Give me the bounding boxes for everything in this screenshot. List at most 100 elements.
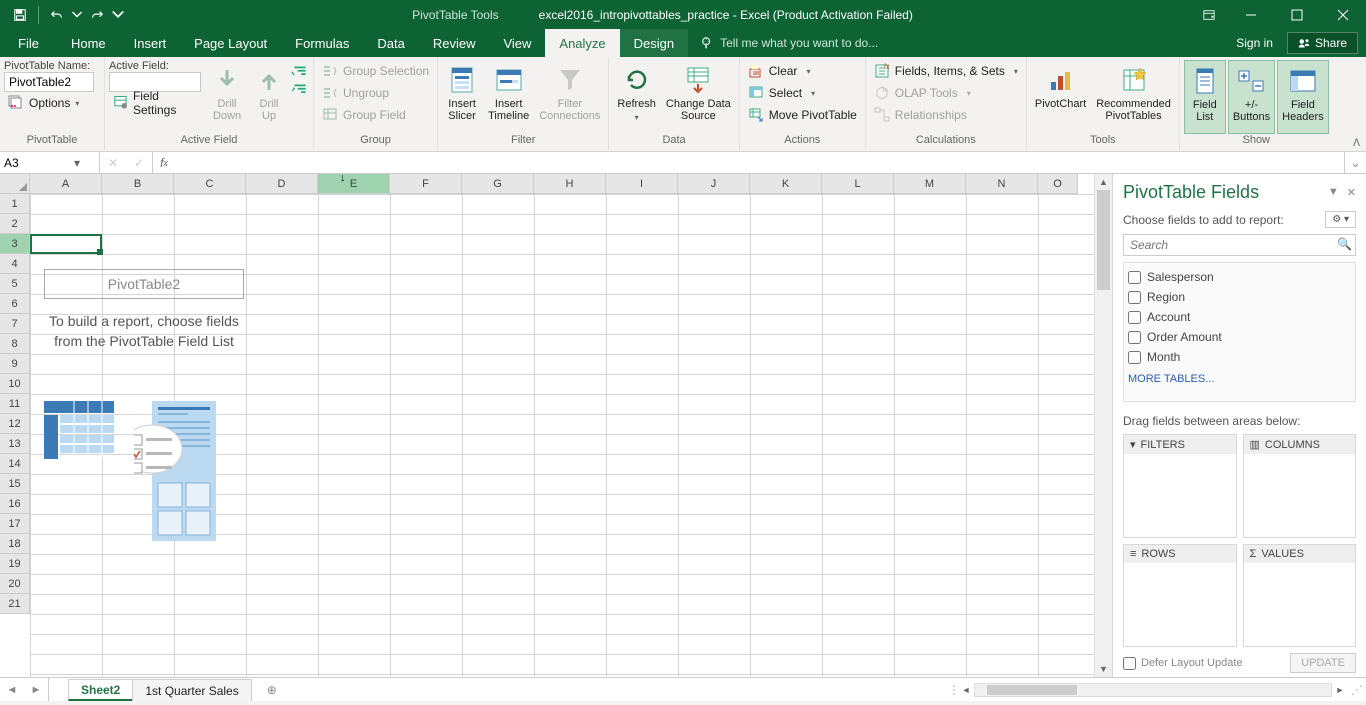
spreadsheet-grid[interactable]: A B C D E F G H I J K L M N O 1234567891… [0, 174, 1094, 677]
row-header[interactable]: 12 [0, 414, 30, 434]
row-header[interactable]: 6 [0, 294, 30, 314]
expand-formula-bar-icon[interactable]: ⌄ [1344, 152, 1366, 173]
scroll-right-icon[interactable]: ► [1332, 685, 1348, 695]
col-header[interactable]: I [606, 174, 678, 194]
row-header[interactable]: 13 [0, 434, 30, 454]
col-header[interactable]: O [1038, 174, 1078, 194]
tab-review[interactable]: Review [419, 29, 490, 57]
col-header[interactable]: B [102, 174, 174, 194]
row-header[interactable]: 2 [0, 214, 30, 234]
vertical-scrollbar[interactable]: ▲ ▼ [1094, 174, 1112, 677]
fx-icon[interactable]: fx [153, 152, 175, 173]
field-checkbox[interactable] [1128, 351, 1141, 364]
field-item[interactable]: Account [1128, 307, 1351, 327]
field-checkbox[interactable] [1128, 271, 1141, 284]
select-all-button[interactable] [0, 174, 30, 194]
row-header[interactable]: 5 [0, 274, 30, 294]
row-header[interactable]: 17 [0, 514, 30, 534]
tab-insert[interactable]: Insert [120, 29, 181, 57]
redo-icon[interactable] [83, 1, 111, 29]
field-item[interactable]: Region [1128, 287, 1351, 307]
select-button[interactable]: Select▾ [744, 82, 861, 104]
fields-list[interactable]: Salesperson Region Account Order Amount … [1123, 262, 1356, 402]
col-header[interactable]: G [462, 174, 534, 194]
fields-search-input[interactable] [1123, 234, 1356, 256]
col-header[interactable]: H [534, 174, 606, 194]
col-header[interactable]: C [174, 174, 246, 194]
scroll-up-icon[interactable]: ▲ [1095, 174, 1112, 190]
name-box[interactable]: ▾ [0, 152, 100, 173]
scroll-thumb[interactable] [1097, 190, 1110, 290]
row-header[interactable]: 3 [0, 234, 30, 254]
row-header[interactable]: 19 [0, 554, 30, 574]
field-item[interactable]: Month [1128, 347, 1351, 367]
col-header[interactable]: F [390, 174, 462, 194]
sheet-tab[interactable]: 1st Quarter Sales [132, 679, 251, 701]
undo-icon[interactable] [43, 1, 71, 29]
row-header[interactable]: 9 [0, 354, 30, 374]
field-list-button[interactable]: Field List [1184, 60, 1226, 134]
fields-pane-close-icon[interactable]: ✕ [1347, 186, 1356, 199]
ribbon-options-icon[interactable] [1200, 0, 1218, 29]
tab-page-layout[interactable]: Page Layout [180, 29, 281, 57]
field-headers-button[interactable]: Field Headers [1277, 60, 1329, 134]
field-item[interactable]: Order Amount [1128, 327, 1351, 347]
collapse-field-icon[interactable] [291, 82, 309, 96]
refresh-button[interactable]: Refresh ▾ [613, 60, 660, 134]
options-button[interactable]: Options ▾ [4, 92, 100, 114]
row-header[interactable]: 4 [0, 254, 30, 274]
sign-in-link[interactable]: Sign in [1226, 36, 1283, 50]
formula-input[interactable] [175, 152, 1344, 173]
col-header[interactable]: D [246, 174, 318, 194]
undo-dropdown-icon[interactable] [71, 1, 83, 29]
row-header[interactable]: 10 [0, 374, 30, 394]
horizontal-scrollbar[interactable]: ⋮ ◄ ► [948, 680, 1348, 699]
row-header[interactable]: 21 [0, 594, 30, 614]
defer-update-checkbox[interactable]: Defer Layout Update [1123, 657, 1243, 670]
fields-search[interactable]: 🔍 [1123, 234, 1356, 256]
tab-analyze[interactable]: Analyze [545, 29, 619, 57]
col-header[interactable]: L [822, 174, 894, 194]
share-button[interactable]: Share [1287, 32, 1358, 54]
pivotchart-button[interactable]: PivotChart [1031, 60, 1090, 134]
tell-me-search[interactable]: Tell me what you want to do... [688, 29, 1226, 57]
collapse-ribbon-icon[interactable]: ᐱ [1353, 138, 1360, 149]
more-tables-link[interactable]: MORE TABLES... [1128, 373, 1351, 385]
col-header[interactable]: A [30, 174, 102, 194]
row-header[interactable]: 1 [0, 194, 30, 214]
col-header[interactable]: M [894, 174, 966, 194]
tab-view[interactable]: View [489, 29, 545, 57]
row-header[interactable]: 7 [0, 314, 30, 334]
col-header[interactable]: K [750, 174, 822, 194]
hscroll-thumb[interactable] [987, 685, 1077, 695]
tab-file[interactable]: File [0, 29, 57, 57]
sheet-tab[interactable]: Sheet2 [68, 679, 133, 701]
expand-field-icon[interactable] [291, 64, 309, 78]
col-header[interactable]: J [678, 174, 750, 194]
field-checkbox[interactable] [1128, 331, 1141, 344]
row-header[interactable]: 20 [0, 574, 30, 594]
maximize-button[interactable] [1274, 0, 1320, 29]
col-header[interactable]: E [318, 174, 390, 194]
col-header[interactable]: N [966, 174, 1038, 194]
new-sheet-button[interactable]: ⊕ [260, 678, 284, 701]
tab-design[interactable]: Design [620, 29, 688, 57]
sheet-next-icon[interactable]: ► [24, 684, 48, 696]
qat-customize-icon[interactable] [111, 1, 125, 29]
insert-slicer-button[interactable]: Insert Slicer [442, 60, 482, 134]
resize-grip-icon[interactable]: ⋰ [1348, 678, 1366, 701]
clear-button[interactable]: Clear▾ [744, 60, 861, 82]
field-item[interactable]: Salesperson [1128, 267, 1351, 287]
minimize-button[interactable] [1228, 0, 1274, 29]
active-cell[interactable] [30, 234, 102, 254]
recommended-pivottables-button[interactable]: Recommended PivotTables [1092, 60, 1175, 134]
fields-items-sets-button[interactable]: fxFields, Items, & Sets▾ [870, 60, 1022, 82]
row-header[interactable]: 14 [0, 454, 30, 474]
area-rows[interactable]: ≡ROWS [1123, 544, 1237, 648]
fields-layout-gear-icon[interactable]: ⚙ ▾ [1325, 211, 1356, 228]
name-box-input[interactable] [4, 156, 74, 170]
sheet-prev-icon[interactable]: ◄ [0, 684, 24, 696]
pt-name-input[interactable] [4, 72, 94, 92]
save-icon[interactable] [6, 1, 34, 29]
namebox-dropdown-icon[interactable]: ▾ [74, 156, 80, 170]
